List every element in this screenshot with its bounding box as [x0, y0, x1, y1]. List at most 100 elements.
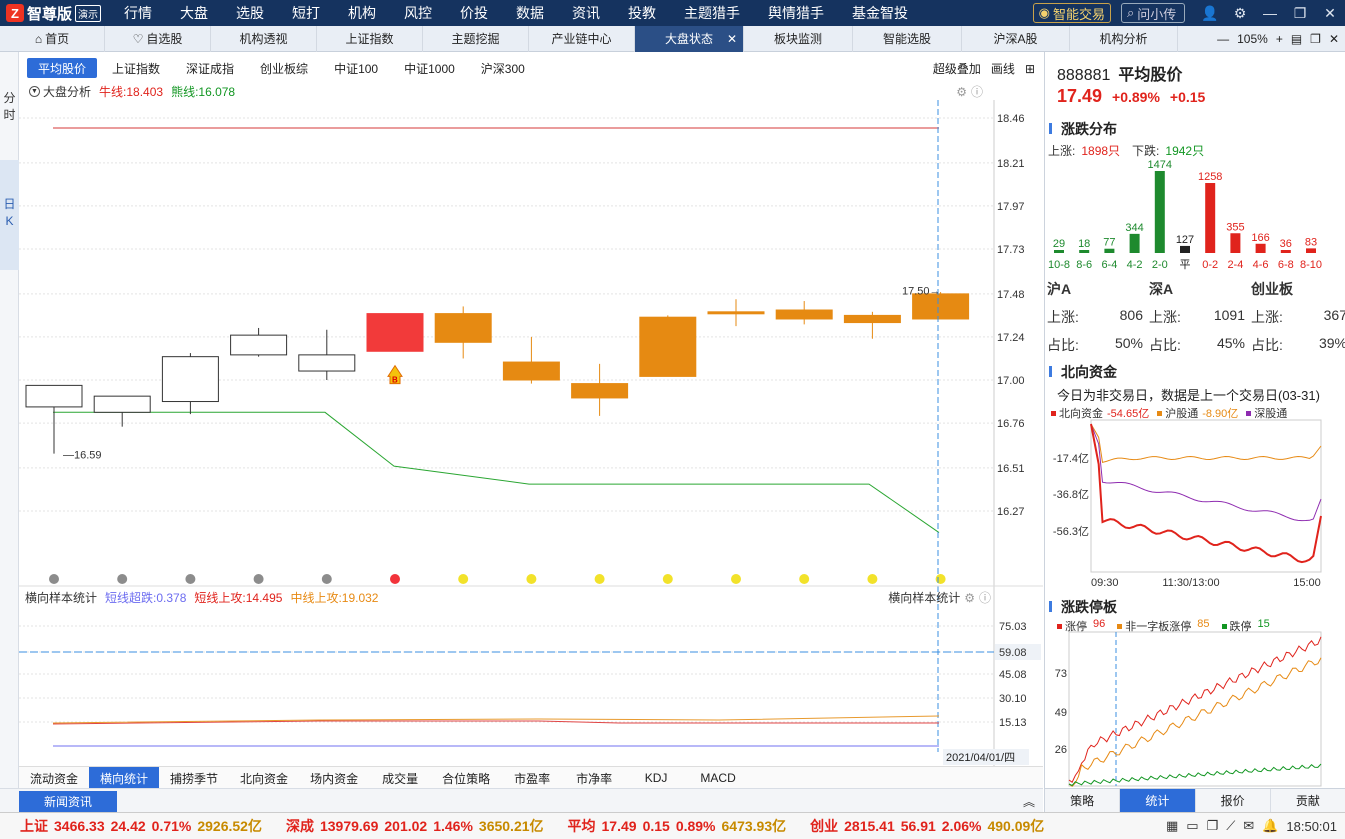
- bell-icon[interactable]: 🔔: [1262, 818, 1278, 834]
- menu-item[interactable]: 大盘: [166, 3, 222, 23]
- monitor-icon[interactable]: ▭: [1186, 818, 1198, 834]
- sub-help-icon[interactable]: ⓘ: [979, 589, 991, 606]
- tab-6[interactable]: 大盘状态 ✕: [635, 25, 744, 52]
- index-ticker-1[interactable]: 深成 13979.69 201.02 1.46% 3650.21亿: [286, 816, 550, 836]
- tab-3[interactable]: 上证指数: [317, 25, 423, 52]
- window-icon-2[interactable]: ❐: [1207, 818, 1219, 834]
- indicator-tab-3[interactable]: 北向资金: [229, 767, 299, 789]
- menu-item[interactable]: 舆情猎手: [754, 3, 838, 23]
- menu-item[interactable]: 短打: [278, 3, 334, 23]
- index-ticker-0[interactable]: 上证 3466.33 24.42 0.71% 2926.52亿: [20, 816, 268, 836]
- close-icon[interactable]: ✕: [1319, 5, 1341, 22]
- tab-2[interactable]: 机构透视: [211, 25, 317, 52]
- tab-9[interactable]: 沪深A股: [962, 25, 1070, 52]
- indicator-tab-10[interactable]: MACD: [687, 767, 749, 789]
- zoom-in-icon[interactable]: +: [1276, 32, 1283, 46]
- fenshi-tab[interactable]: 分时: [0, 90, 19, 124]
- market-name: 创业板: [1251, 281, 1293, 297]
- right-tab-1[interactable]: 统计: [1120, 789, 1196, 812]
- indicator-tab-8[interactable]: 市净率: [563, 767, 625, 789]
- tab-close-icon[interactable]: ✕: [727, 32, 737, 46]
- menu-item[interactable]: 主题猎手: [670, 3, 754, 23]
- stock-price: 17.49: [1057, 86, 1103, 106]
- dist-bar: [1255, 243, 1266, 253]
- candle[interactable]: [366, 313, 424, 352]
- ask-search-button[interactable]: ⌕ 问小传: [1121, 3, 1185, 23]
- candle[interactable]: [639, 315, 697, 377]
- fenshi-char-1: 分: [3, 91, 16, 105]
- indicator-tab-5[interactable]: 成交量: [369, 767, 431, 789]
- index-ticker-3[interactable]: 创业 2815.41 56.91 2.06% 490.09亿: [810, 816, 1050, 836]
- right-tab-3[interactable]: 贡献: [1271, 789, 1345, 812]
- tab-label: 机构透视: [239, 32, 288, 46]
- market-name: 深A: [1149, 281, 1174, 297]
- market-up-value: 367: [1323, 307, 1345, 323]
- tab-0[interactable]: ⌂ 首页: [0, 25, 105, 52]
- user-icon[interactable]: 👤: [1199, 5, 1221, 22]
- trend-icon[interactable]: ⟋: [1226, 818, 1235, 834]
- sub-series-3-value: 中线上攻:19.032: [290, 591, 379, 605]
- indicator-tab-4[interactable]: 场内资金: [299, 767, 369, 789]
- north-x-tick: 11:30/13:00: [1162, 577, 1219, 589]
- dist-bin-label: 8-6: [1076, 259, 1092, 271]
- minimize-icon[interactable]: —: [1259, 5, 1281, 21]
- crosshair-date: 2021/04/01/四: [946, 752, 1015, 764]
- rik-tab[interactable]: 日K: [0, 160, 19, 270]
- sub-series-2-value: 短线上攻:14.495: [194, 591, 283, 605]
- right-tab-2[interactable]: 报价: [1196, 789, 1271, 812]
- restore-icon[interactable]: ❐: [1289, 5, 1311, 22]
- menu-item[interactable]: 投教: [614, 3, 670, 23]
- smart-trade-button[interactable]: ◉ 智能交易: [1032, 3, 1111, 23]
- indicator-tab-0[interactable]: 流动资金: [19, 767, 89, 789]
- ticker-name: 平均: [567, 818, 596, 834]
- candle-body: [298, 354, 356, 372]
- market-ratio-value: 45%: [1216, 335, 1245, 351]
- signal-dot: [185, 574, 196, 584]
- right-tab-0[interactable]: 策略: [1045, 789, 1121, 812]
- news-button[interactable]: 新闻资讯: [19, 791, 117, 812]
- indicator-tab-9[interactable]: KDJ: [625, 767, 687, 789]
- dist-bar: [1104, 248, 1115, 253]
- menu-item[interactable]: 选股: [222, 3, 278, 23]
- ticker-a: 490.09亿: [987, 818, 1045, 834]
- indicator-tab-2[interactable]: 捕捞季节: [159, 767, 229, 789]
- tab-label: 首页: [45, 32, 70, 46]
- tab-5[interactable]: 产业链中心: [529, 25, 635, 52]
- indicator-tab-7[interactable]: 市盈率: [501, 767, 563, 789]
- zoom-out-icon[interactable]: —: [1217, 32, 1229, 46]
- candle-body: [707, 311, 765, 315]
- layout-icon[interactable]: ▤: [1291, 32, 1302, 46]
- menu-item[interactable]: 价投: [446, 3, 502, 23]
- menu-item[interactable]: 基金智投: [838, 3, 922, 23]
- indicator-tab-1[interactable]: 横向统计: [89, 767, 160, 789]
- menu-item[interactable]: 资讯: [558, 3, 614, 23]
- tab-8[interactable]: 智能选股: [853, 25, 962, 52]
- dist-bin-label: 4-2: [1127, 259, 1143, 271]
- menu-item[interactable]: 风控: [390, 3, 446, 23]
- limit-down-line: [1068, 763, 1322, 787]
- dist-bin-label: 平: [1180, 259, 1191, 271]
- coin-icon: ◉: [1038, 5, 1050, 20]
- tab-4[interactable]: 主题挖掘: [423, 25, 529, 52]
- indicator-tab-6[interactable]: 合位策略: [431, 767, 501, 789]
- ticker-v: 13979.69: [319, 818, 379, 834]
- expand-up-icon[interactable]: ︽: [1023, 793, 1035, 810]
- sub-gear-icon[interactable]: ⚙: [964, 591, 975, 605]
- north-x-tick: 15:00: [1293, 577, 1321, 589]
- tab-7[interactable]: 板块监测: [744, 25, 853, 52]
- ticker-c: 24.42: [110, 818, 146, 834]
- smart-trade-label: 智能交易: [1052, 6, 1105, 22]
- calendar-icon[interactable]: ▦: [1166, 818, 1178, 834]
- main-chart-svg[interactable]: 18.46 18.21 17.97 17.73 17.48 17.24 17.00 16.76…: [19, 52, 1043, 766]
- menu-item[interactable]: 机构: [334, 3, 390, 23]
- menu-item[interactable]: 数据: [502, 3, 558, 23]
- tab-1[interactable]: ♡ 自选股: [105, 25, 211, 52]
- index-ticker-2[interactable]: 平均 17.49 0.15 0.89% 6473.93亿: [568, 816, 793, 836]
- menu-item[interactable]: 行情: [110, 3, 166, 23]
- tab-10[interactable]: 机构分析: [1070, 25, 1178, 52]
- close-tab-icon[interactable]: ✕: [1329, 32, 1339, 46]
- search-icon: ⌕: [1127, 5, 1135, 20]
- window-icon[interactable]: ❐: [1310, 32, 1321, 46]
- settings-icon[interactable]: ⚙: [1229, 5, 1251, 22]
- mail-icon[interactable]: ✉: [1243, 818, 1254, 834]
